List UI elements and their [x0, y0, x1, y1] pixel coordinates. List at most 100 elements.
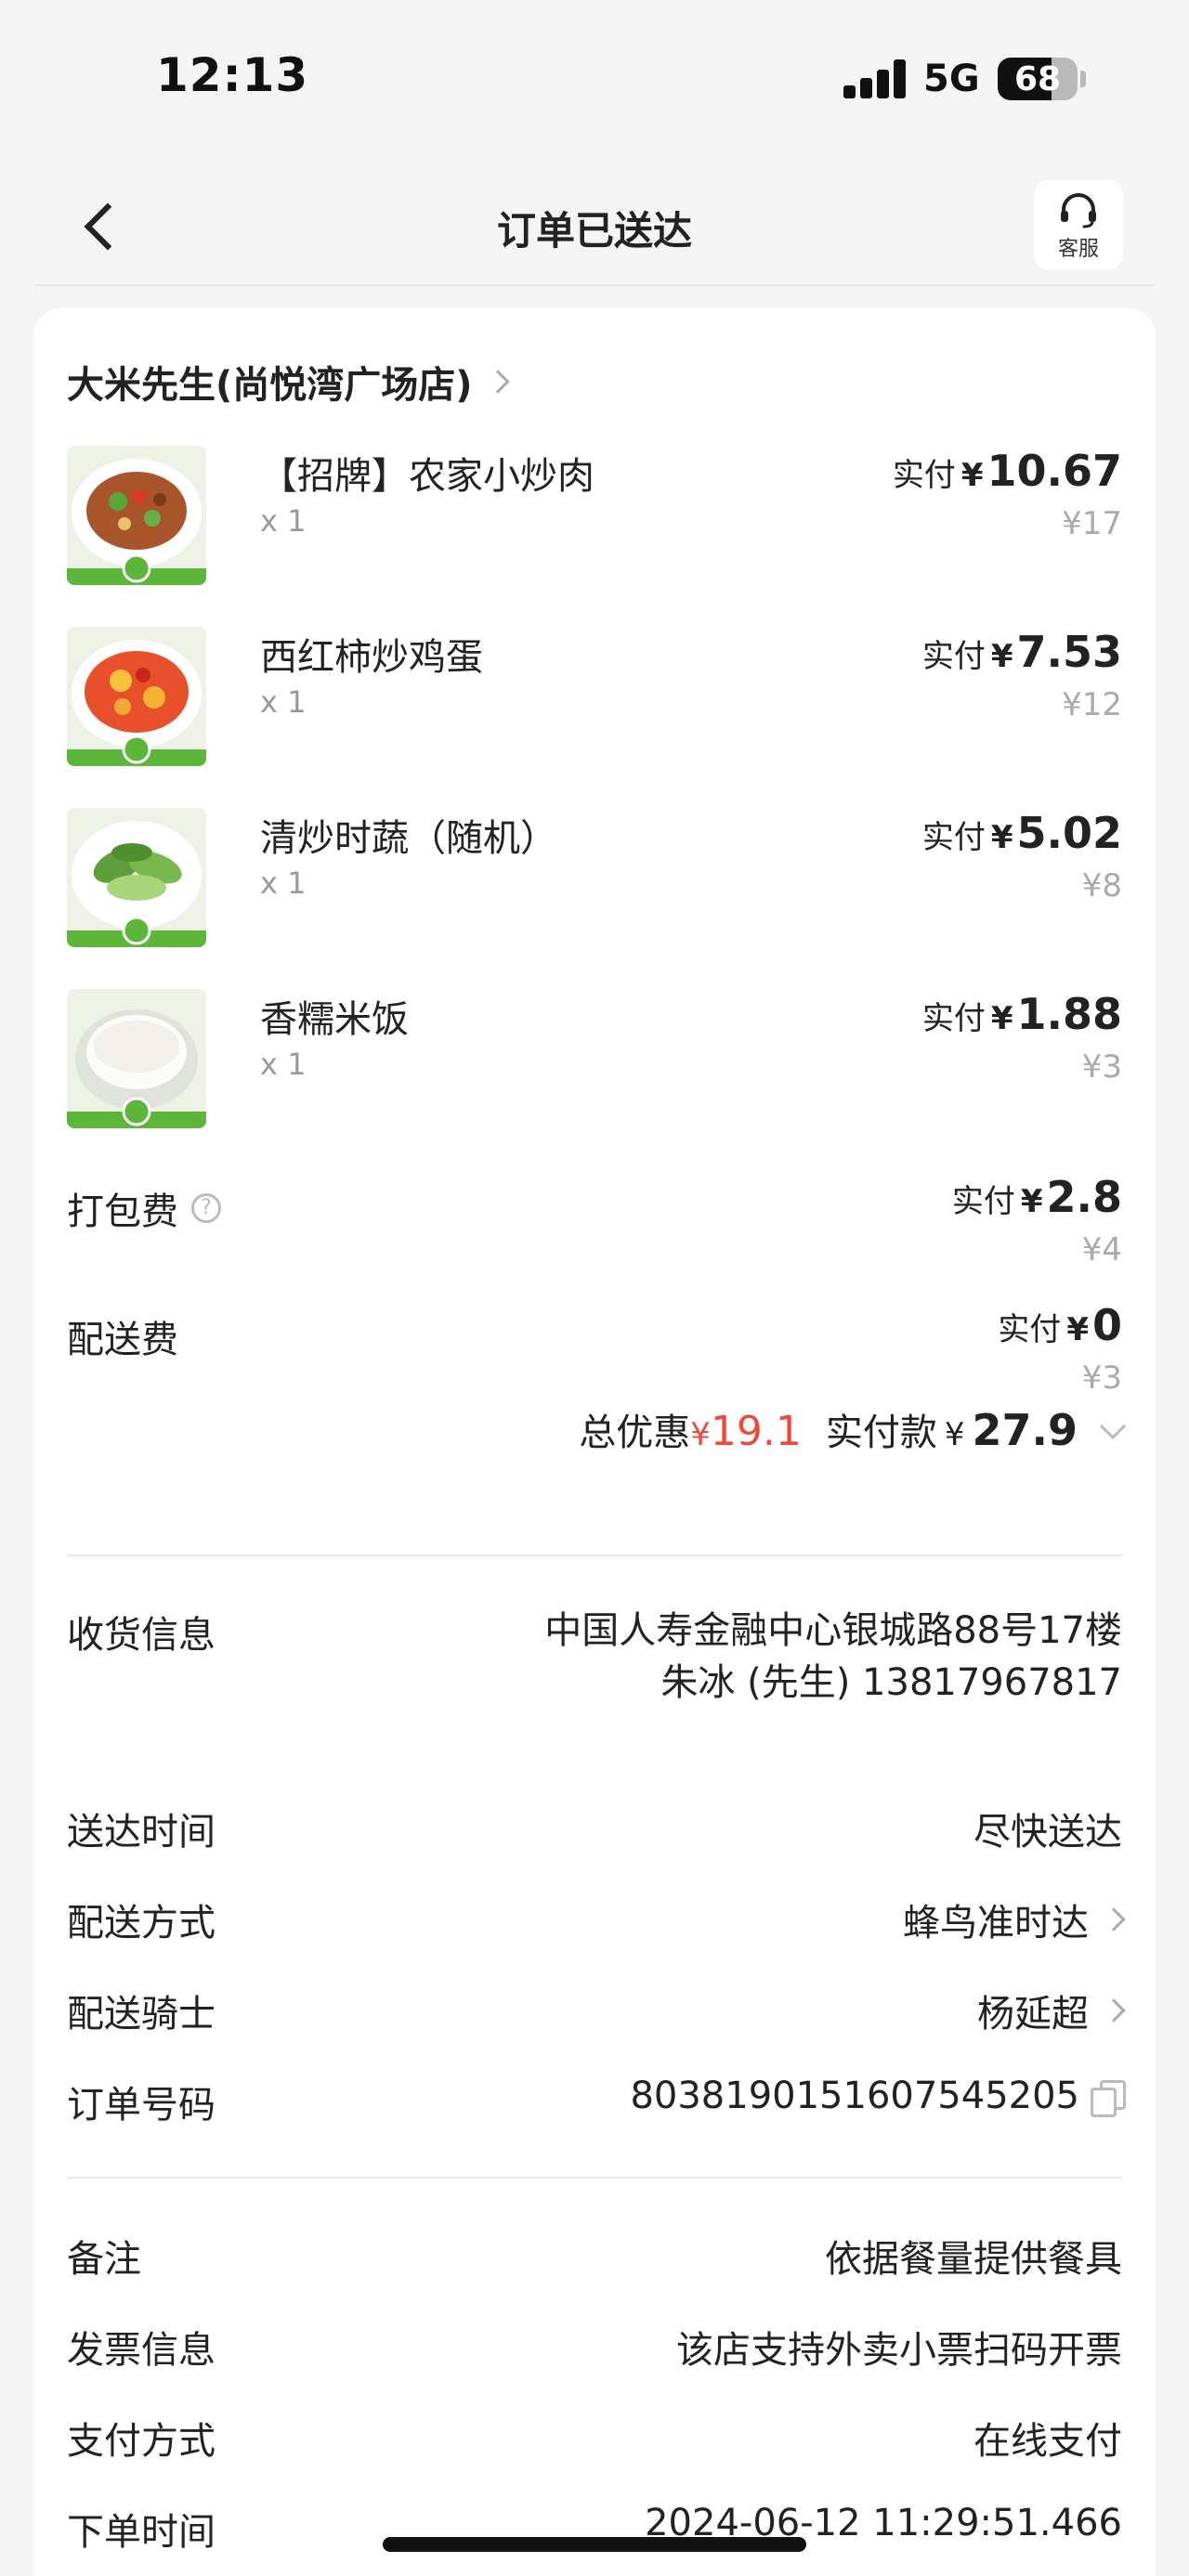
order-item[interactable]: 西红柿炒鸡蛋 x 1 实付 ¥ 7.53 ¥12	[67, 627, 1122, 766]
delivery-method-text: 蜂鸟准时达	[903, 1902, 1089, 1945]
payment-value: 在线支付	[973, 2420, 1122, 2463]
food-image	[67, 627, 206, 766]
paid-amount: 10.67	[986, 446, 1122, 496]
item-qty: x 1	[260, 503, 307, 539]
address-text: 中国人寿金融中心银城路88号17楼	[544, 1609, 1122, 1652]
address-label: 收货信息	[67, 1614, 216, 1657]
paid-label: 实付	[921, 1000, 986, 1037]
delivery-method-label: 配送方式	[67, 1902, 216, 1945]
status-time: 12:13	[156, 48, 309, 102]
chevron-right-icon	[485, 370, 510, 394]
page-title: 订单已送达	[496, 208, 692, 254]
service-label: 客服	[1057, 238, 1099, 261]
order-item[interactable]: 清炒时蔬（随机） x 1 实付 ¥ 5.02 ¥8	[67, 808, 1122, 947]
delivery-time-label: 送达时间	[67, 1811, 216, 1854]
help-icon[interactable]: ?	[191, 1193, 221, 1223]
paid-label: 实付	[892, 457, 956, 494]
fee-label-text: 配送费	[67, 1319, 178, 1361]
currency-symbol: ¥	[1066, 1311, 1089, 1348]
fee-label: 配送费	[67, 1309, 178, 1363]
currency-symbol: ¥	[1020, 1183, 1043, 1220]
rider-name: 杨延超	[977, 1993, 1089, 2036]
currency-symbol: ¥	[960, 457, 984, 494]
delivery-time-value: 尽快送达	[973, 1811, 1122, 1854]
store-name: 大米先生(尚悦湾广场店)	[67, 364, 473, 407]
item-name: 香糯米饭	[260, 998, 409, 1041]
fee-original-price: ¥4	[1081, 1231, 1122, 1268]
note-row: 备注 依据餐量提供餐具	[67, 2229, 1122, 2284]
item-paid-price: 实付 ¥ 1.88	[922, 989, 1122, 1039]
invoice-row: 发票信息 该店支持外卖小票扫码开票	[67, 2320, 1122, 2375]
item-qty: x 1	[260, 1047, 307, 1082]
paid-amount: 0	[1091, 1300, 1122, 1350]
delivery-time-row: 送达时间 尽快送达	[67, 1802, 1122, 1857]
paid-amount: 7.53	[1016, 627, 1123, 677]
fee-paid-price: 实付 ¥ 0	[998, 1300, 1122, 1350]
paid-amount: 5.02	[1016, 808, 1123, 858]
item-original-price: ¥8	[1081, 867, 1122, 904]
paid-label: 实付	[998, 1311, 1062, 1348]
order-card: 大米先生(尚悦湾广场店) 【招牌】农家小炒肉 x 1 实付 ¥ 10.67 ¥1…	[33, 308, 1156, 2576]
paid-total-label: 实付款	[825, 1412, 937, 1454]
rider-row[interactable]: 配送骑士 杨延超	[67, 1984, 1126, 2039]
customer-service-button[interactable]: 客服	[1034, 180, 1123, 269]
discount-amount: 19.1	[710, 1408, 802, 1455]
battery-tip	[1080, 71, 1086, 87]
fee-label-text: 打包费	[67, 1190, 178, 1233]
currency-symbol: ¥	[990, 819, 1013, 856]
rider-value: 杨延超	[977, 1984, 1126, 2037]
item-paid-price: 实付 ¥ 10.67	[893, 446, 1122, 496]
copy-icon[interactable]	[1091, 2080, 1126, 2117]
fee-label: 打包费 ?	[67, 1181, 221, 1235]
chevron-down-icon[interactable]	[1099, 1412, 1127, 1440]
order-item[interactable]: 香糯米饭 x 1 实付 ¥ 1.88 ¥3	[67, 989, 1122, 1128]
store-link[interactable]: 大米先生(尚悦湾广场店)	[67, 355, 510, 409]
item-paid-price: 实付 ¥ 5.02	[922, 808, 1122, 858]
network-type: 5G	[923, 58, 980, 100]
food-image	[67, 989, 206, 1128]
item-original-price: ¥12	[1062, 686, 1122, 723]
note-label: 备注	[67, 2238, 141, 2281]
status-bar: 12:13 5G 68	[0, 0, 1189, 158]
fee-original-price: ¥3	[1081, 1360, 1122, 1397]
divider	[67, 2177, 1122, 2179]
order-number-label: 订单号码	[67, 2084, 216, 2127]
nav-bar: 订单已送达 客服	[0, 158, 1189, 288]
home-indicator	[383, 2537, 806, 2552]
item-paid-price: 实付 ¥ 7.53	[922, 627, 1122, 677]
packaging-fee-row: 打包费 ? 实付 ¥ 2.8 ¥4	[67, 1172, 1122, 1302]
address-row: 收货信息 中国人寿金融中心银城路88号17楼 朱冰 (先生) 138179678…	[67, 1605, 1122, 1772]
signal-icon	[843, 59, 907, 98]
item-name: 清炒时蔬（随机）	[260, 817, 557, 860]
discount-label: 总优惠	[579, 1412, 691, 1454]
paid-label: 实付	[921, 638, 986, 675]
note-value: 依据餐量提供餐具	[825, 2238, 1122, 2281]
order-number-row: 订单号码 8038190151607545205	[67, 2075, 1126, 2130]
battery-level: 68	[1013, 60, 1062, 98]
paid-total-amount: 27.9	[972, 1405, 1078, 1455]
chevron-right-icon	[1102, 1998, 1126, 2023]
paid-amount: 1.88	[1016, 989, 1123, 1039]
payment-row: 支付方式 在线支付	[67, 2411, 1122, 2466]
item-original-price: ¥17	[1062, 505, 1122, 542]
discount-currency: ¥	[690, 1416, 711, 1453]
order-time-label: 下单时间	[67, 2511, 216, 2554]
paid-total-currency: ¥	[944, 1416, 965, 1453]
food-image	[67, 808, 206, 947]
paid-label: 实付	[951, 1183, 1015, 1220]
rider-label: 配送骑士	[67, 1993, 216, 2036]
order-item[interactable]: 【招牌】农家小炒肉 x 1 实付 ¥ 10.67 ¥17	[67, 446, 1122, 585]
headset-icon	[1061, 193, 1096, 228]
contact-text: 朱冰 (先生) 13817967817	[660, 1661, 1122, 1704]
order-total-summary[interactable]: 总优惠 ¥ 19.1 实付款 ¥ 27.9	[67, 1402, 1127, 1458]
chevron-right-icon	[1102, 1907, 1126, 1932]
invoice-value: 该店支持外卖小票扫码开票	[676, 2329, 1122, 2372]
address-block: 中国人寿金融中心银城路88号17楼 朱冰 (先生) 13817967817	[528, 1605, 1122, 1709]
currency-symbol: ¥	[990, 638, 1013, 675]
payment-label: 支付方式	[67, 2420, 216, 2463]
delivery-method-row[interactable]: 配送方式 蜂鸟准时达	[67, 1893, 1126, 1948]
item-qty: x 1	[260, 684, 307, 720]
divider	[67, 1555, 1122, 1556]
delivery-method-value: 蜂鸟准时达	[903, 1893, 1126, 1946]
battery-icon: 68	[998, 58, 1078, 100]
